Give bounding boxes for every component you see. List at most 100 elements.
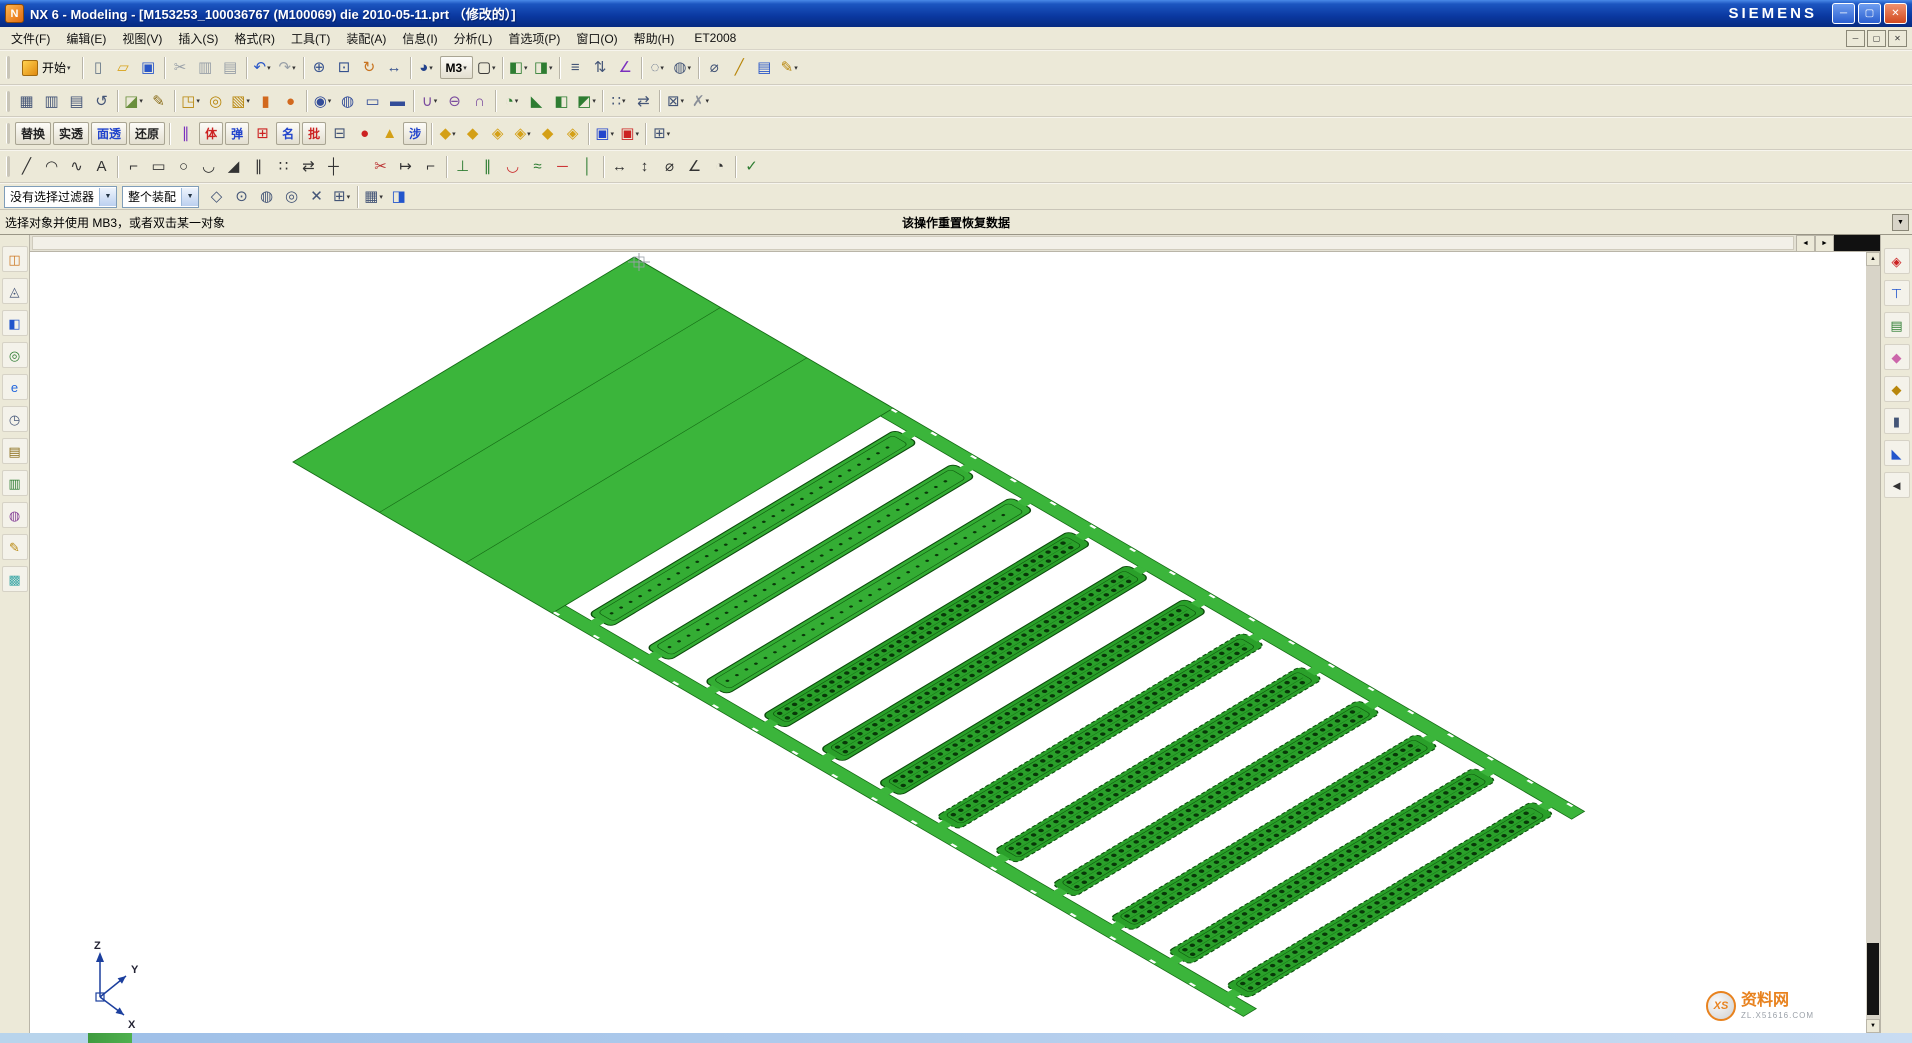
combo-arrow-icon[interactable]: ▼ <box>99 188 116 206</box>
snap-center-button[interactable]: ◎ <box>280 185 303 209</box>
solid-transparent-button[interactable]: 实透 <box>53 122 89 145</box>
minimize-button[interactable]: ─ <box>1832 3 1855 24</box>
menu-item-10[interactable]: 窗口(O) <box>568 27 625 50</box>
scroll-down-button[interactable]: ▼ <box>1866 1019 1880 1033</box>
sketch-rectangle-button[interactable]: ▭ <box>147 155 170 179</box>
shield-2-button[interactable]: ◈▾ <box>511 122 534 146</box>
snap-intersection-button[interactable]: ✕ <box>305 185 328 209</box>
zoom-fit-button[interactable]: ⊡ <box>333 56 356 80</box>
batch-tool-button[interactable]: 批 <box>302 122 326 145</box>
zoom-in-button[interactable]: ⊕ <box>308 56 331 80</box>
body-tool-button[interactable]: 体 <box>199 122 223 145</box>
more-tools-button[interactable]: ⊞▾ <box>650 122 673 146</box>
mdi-minimize-button[interactable]: ─ <box>1846 30 1865 47</box>
menu-item-8[interactable]: 分析(L) <box>446 27 501 50</box>
snapshot-button[interactable]: ◨▾ <box>532 56 555 80</box>
maximize-button[interactable]: ▢ <box>1858 3 1881 24</box>
tile-windows-button[interactable]: ▥ <box>40 89 63 113</box>
annotation-button[interactable]: ✎▾ <box>778 56 801 80</box>
roles-button[interactable]: ✎ <box>2 534 28 560</box>
select-menu-button[interactable]: ▦▾ <box>362 185 385 209</box>
vertical-scrollbar-thumb[interactable] <box>1867 943 1879 1015</box>
sketch-line-button[interactable]: ╱ <box>15 155 38 179</box>
spring-tool-button[interactable]: 弹 <box>225 122 249 145</box>
close-button[interactable]: ✕ <box>1884 3 1907 24</box>
grid-tool-button[interactable]: ⊞ <box>251 122 274 146</box>
shell-button[interactable]: ◧ <box>550 89 573 113</box>
constraint-vertical-button[interactable]: │ <box>576 155 599 179</box>
save-button[interactable]: ▣ <box>137 56 160 80</box>
shield-1-button[interactable]: ◈ <box>486 122 509 146</box>
manufacturing-wizard-button[interactable]: ◍ <box>2 502 28 528</box>
grid-tool-2-button[interactable]: ⊟ <box>328 122 351 146</box>
model-canvas[interactable]: Z Y X <box>30 252 1866 1033</box>
new-button[interactable]: ▯ <box>87 56 110 80</box>
constraint-navigator-button[interactable]: ◬ <box>2 278 28 304</box>
cut-button[interactable]: ✂ <box>169 56 192 80</box>
scroll-left-button[interactable]: ◄ <box>1796 235 1815 252</box>
simple-distance-button[interactable]: ╱ <box>728 56 751 80</box>
edit-object-display-button[interactable]: ◍▾ <box>671 56 694 80</box>
orient-view-button[interactable]: ◧▾ <box>507 56 530 80</box>
lock-4-button[interactable]: ◈ <box>561 122 584 146</box>
lock-2-button[interactable]: ◆ <box>461 122 484 146</box>
background-color-button[interactable]: ▢▾ <box>475 56 498 80</box>
pattern-feature-button[interactable]: ∷▾ <box>607 89 630 113</box>
cylinder-button[interactable]: ▮ <box>254 89 277 113</box>
pad-button[interactable]: ▬ <box>386 89 409 113</box>
wcs-orient-button[interactable]: ∠ <box>614 56 637 80</box>
layer-settings-button[interactable]: ≡ <box>564 56 587 80</box>
menu-item-2[interactable]: 视图(V) <box>114 27 170 50</box>
toolbar-grip[interactable] <box>6 56 10 79</box>
synchronous-modeling-button[interactable]: ⊠▾ <box>664 89 687 113</box>
dim-vertical-button[interactable]: ↕ <box>633 155 656 179</box>
combo-arrow-icon[interactable]: ▼ <box>181 188 198 206</box>
subtract-button[interactable]: ⊖ <box>443 89 466 113</box>
column-display-button[interactable]: ∥ <box>174 122 197 146</box>
sketch-fillet-button[interactable]: ◡ <box>197 155 220 179</box>
dim-angle-button[interactable]: ∠ <box>683 155 706 179</box>
block-button[interactable]: ▧▾ <box>229 89 252 113</box>
carrier-rail-right[interactable] <box>880 408 1584 819</box>
vertical-scrollbar[interactable]: ▲ ▼ <box>1866 252 1880 1033</box>
edge-blend-button[interactable]: ◔▾ <box>500 89 523 113</box>
prompt-scroll-down-button[interactable]: ▼ <box>1892 214 1909 231</box>
shaded-display-button[interactable]: ◕▾ <box>415 56 438 80</box>
reuse-library-button[interactable]: ◎ <box>2 342 28 368</box>
dim-linear-button[interactable]: ↔ <box>608 155 631 179</box>
wcs-cube-button[interactable]: ◨ <box>387 185 410 209</box>
selection-filter-combo[interactable]: 没有选择过滤器 ▼ <box>4 186 117 208</box>
rotate-view-button[interactable]: ↻ <box>358 56 381 80</box>
notes-button[interactable]: ▤ <box>1884 312 1910 338</box>
sketch-text-button[interactable]: A <box>90 155 113 179</box>
finish-sketch-button[interactable]: ✓ <box>740 155 763 179</box>
horizontal-scrollbar-track[interactable] <box>32 236 1794 250</box>
sketch-offset-button[interactable]: ∥ <box>247 155 270 179</box>
sketch-profile-button[interactable]: ⌐ <box>122 155 145 179</box>
cascade-windows-button[interactable]: ▦ <box>15 89 38 113</box>
chamfer-button[interactable]: ◣ <box>525 89 548 113</box>
fasteners-button[interactable]: ▮ <box>1884 408 1910 434</box>
constraint-perpendicular-button[interactable]: ⊥ <box>451 155 474 179</box>
internet-explorer-button[interactable]: e <box>2 374 28 400</box>
key-button[interactable]: ◈ <box>1884 248 1910 274</box>
history-button[interactable]: ◷ <box>2 406 28 432</box>
scroll-up-button[interactable]: ▲ <box>1866 252 1880 266</box>
constraint-horizontal-button[interactable]: ─ <box>551 155 574 179</box>
mirror-feature-button[interactable]: ⇄ <box>632 89 655 113</box>
link-blue-button[interactable]: ▣▾ <box>593 122 616 146</box>
toolbar-grip[interactable] <box>6 91 10 112</box>
refresh-view-button[interactable]: ↺ <box>90 89 113 113</box>
menu-item-6[interactable]: 装配(A) <box>338 27 394 50</box>
copy-button[interactable]: ▥ <box>194 56 217 80</box>
link-red-button[interactable]: ▣▾ <box>618 122 641 146</box>
menu-item-9[interactable]: 首选项(P) <box>500 27 568 50</box>
assembly-navigator-button[interactable]: ◫ <box>2 246 28 272</box>
information-button[interactable]: ▤ <box>753 56 776 80</box>
sketch-circle-button[interactable]: ○ <box>172 155 195 179</box>
die-strip-model[interactable] <box>293 257 1584 1016</box>
render-style-m3-button[interactable]: M3▾ <box>440 56 473 79</box>
collapsed-pane[interactable] <box>1834 235 1880 251</box>
menu-item-0[interactable]: 文件(F) <box>3 27 58 50</box>
triangle-tool-button[interactable]: ▲ <box>378 122 401 146</box>
